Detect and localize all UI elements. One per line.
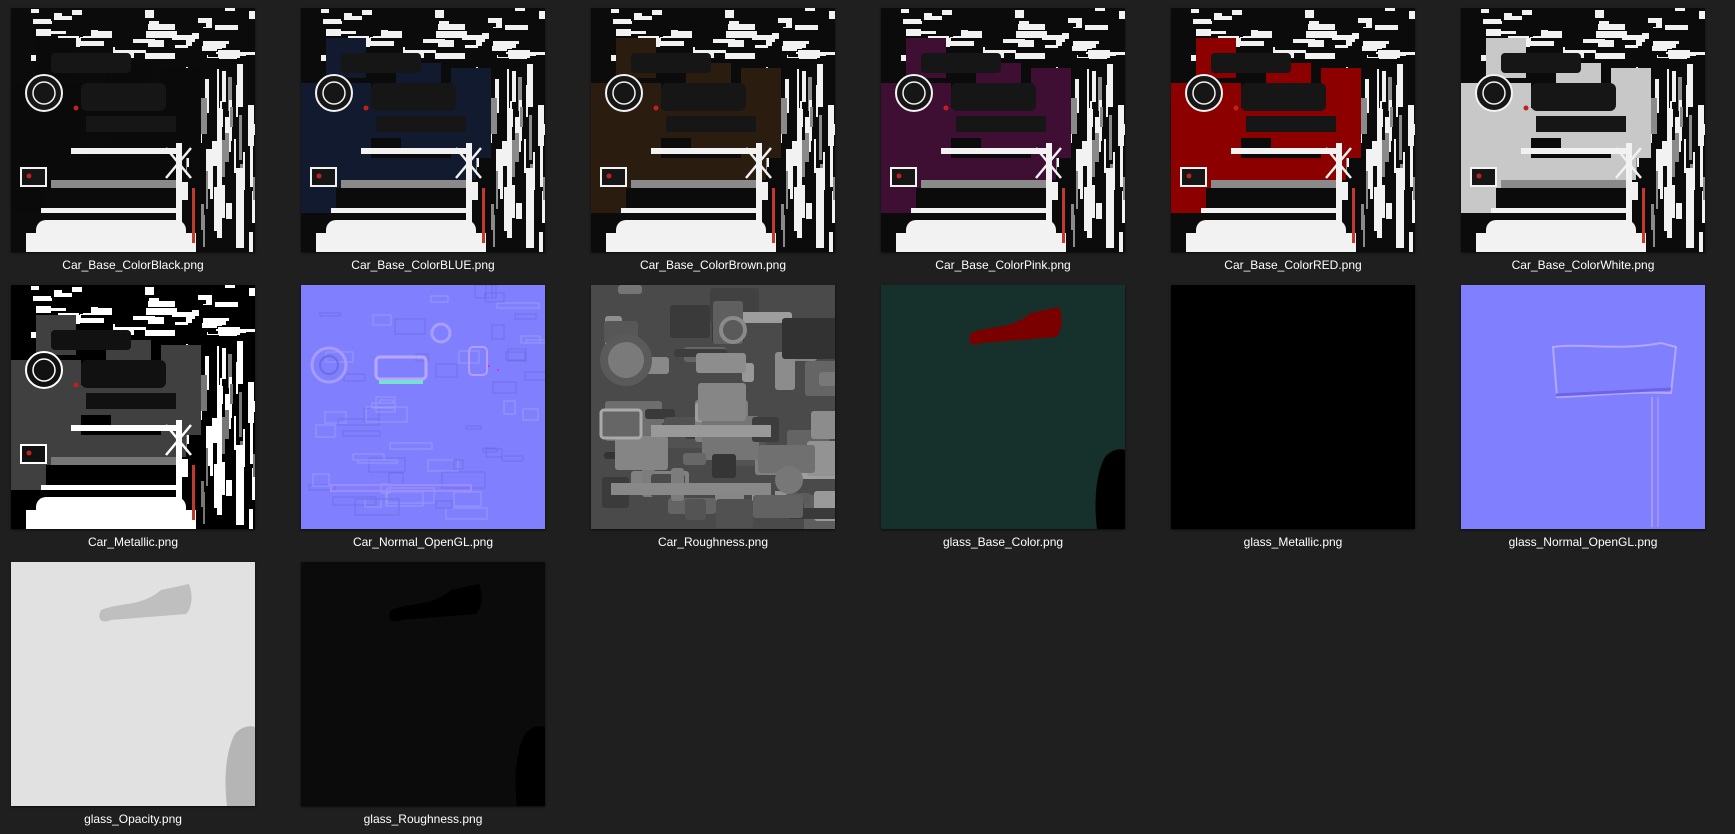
texture-preview <box>881 285 1125 529</box>
thumbnail-image <box>11 562 255 806</box>
file-thumbnail-grid: Car_Base_ColorBlack.png Car_Base_ColorBL… <box>0 0 1735 833</box>
texture-preview <box>11 285 255 529</box>
file-tile[interactable]: Car_Base_ColorBLUE.png <box>301 8 547 280</box>
file-tile[interactable]: Car_Base_ColorWhite.png <box>1461 8 1707 280</box>
file-name: glass_Base_Color.png <box>942 535 1064 549</box>
file-name: glass_Metallic.png <box>1243 535 1343 549</box>
file-name: glass_Normal_OpenGL.png <box>1508 535 1658 549</box>
file-name: Car_Base_ColorBlack.png <box>62 258 204 272</box>
file-name: Car_Base_ColorWhite.png <box>1511 258 1655 272</box>
thumbnail-image <box>591 285 835 529</box>
file-name: Car_Metallic.png <box>87 535 179 549</box>
thumbnail-image <box>301 8 545 252</box>
thumbnail-image <box>11 285 255 529</box>
texture-preview <box>591 8 835 252</box>
texture-preview <box>1461 8 1705 252</box>
file-tile[interactable]: Car_Base_ColorBrown.png <box>591 8 837 280</box>
texture-preview <box>881 8 1125 252</box>
texture-preview <box>11 8 255 252</box>
file-tile[interactable]: Car_Metallic.png <box>11 285 257 557</box>
file-name: glass_Roughness.png <box>363 812 483 826</box>
texture-preview <box>11 562 255 806</box>
texture-preview <box>1171 285 1415 529</box>
thumbnail-image <box>881 8 1125 252</box>
thumbnail-image <box>591 8 835 252</box>
file-name: glass_Opacity.png <box>84 812 182 826</box>
file-name: Car_Normal_OpenGL.png <box>352 535 494 549</box>
thumbnail-image <box>881 285 1125 529</box>
file-name: Car_Base_ColorBrown.png <box>639 258 787 272</box>
file-name: Car_Base_ColorPink.png <box>935 258 1071 272</box>
texture-preview <box>1171 8 1415 252</box>
file-tile[interactable]: Car_Base_ColorBlack.png <box>11 8 257 280</box>
thumbnail-image <box>301 285 545 529</box>
file-tile[interactable]: glass_Base_Color.png <box>881 285 1127 557</box>
texture-preview <box>301 285 545 529</box>
file-tile[interactable]: glass_Metallic.png <box>1171 285 1417 557</box>
texture-preview <box>1461 285 1705 529</box>
file-tile[interactable]: Car_Roughness.png <box>591 285 837 557</box>
file-tile[interactable]: glass_Roughness.png <box>301 562 547 834</box>
file-tile[interactable]: Car_Base_ColorRED.png <box>1171 8 1417 280</box>
file-name: Car_Roughness.png <box>657 535 769 549</box>
file-name: Car_Base_ColorRED.png <box>1224 258 1362 272</box>
thumbnail-image <box>11 8 255 252</box>
file-tile[interactable]: glass_Opacity.png <box>11 562 257 834</box>
file-tile[interactable]: Car_Normal_OpenGL.png <box>301 285 547 557</box>
thumbnail-image <box>1171 285 1415 529</box>
file-tile[interactable]: Car_Base_ColorPink.png <box>881 8 1127 280</box>
file-name: Car_Base_ColorBLUE.png <box>351 258 495 272</box>
thumbnail-image <box>1171 8 1415 252</box>
texture-preview <box>301 8 545 252</box>
texture-preview <box>301 562 545 806</box>
thumbnail-image <box>301 562 545 806</box>
file-tile[interactable]: glass_Normal_OpenGL.png <box>1461 285 1707 557</box>
thumbnail-image <box>1461 8 1705 252</box>
thumbnail-image <box>1461 285 1705 529</box>
texture-preview <box>591 285 835 529</box>
